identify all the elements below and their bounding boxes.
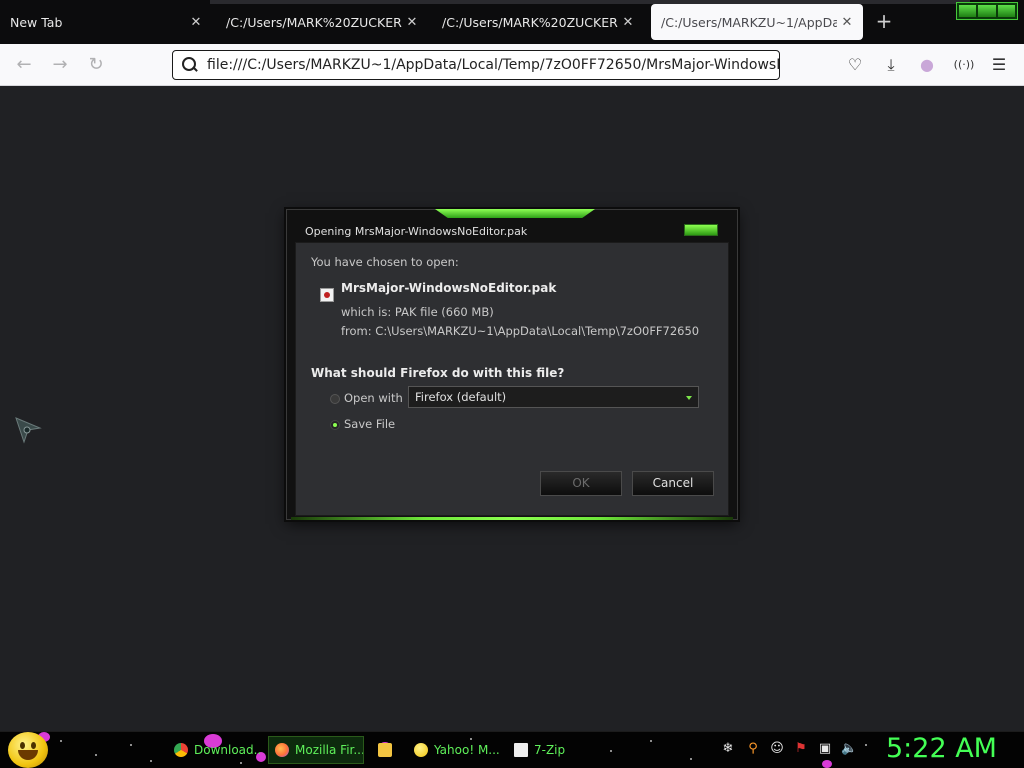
firefox-icon — [275, 743, 289, 757]
taskbar-item-yahoo[interactable]: Yahoo! M... — [408, 736, 500, 764]
open-with-select[interactable]: Firefox (default) — [408, 386, 699, 408]
open-with-label[interactable]: Open with — [344, 391, 403, 405]
pocket-icon[interactable]: ♡ — [842, 52, 868, 78]
url-bar[interactable]: file:///C:/Users/MARKZU~1/AppData/Local/… — [172, 50, 780, 80]
search-icon — [173, 51, 203, 79]
file-type: which is: PAK file (660 MB) — [341, 305, 494, 319]
dialog-panel: You have chosen to open: MrsMajor-Window… — [295, 242, 729, 516]
new-tab-button[interactable]: + — [872, 10, 896, 34]
ok-button[interactable]: OK — [540, 471, 622, 496]
volume-icon[interactable]: 🔈 — [841, 741, 857, 757]
navigation-bar: ← → ↻ file:///C:/Users/MARKZU~1/AppData/… — [0, 44, 1024, 86]
cursor-icon — [15, 417, 42, 444]
file-icon — [320, 288, 334, 302]
taskbar-item-label: Download... — [194, 743, 262, 757]
url-text[interactable]: file:///C:/Users/MARKZU~1/AppData/Local/… — [203, 57, 779, 73]
folder-icon — [378, 743, 392, 757]
tab-file-1[interactable]: /C:/Users/MARK%20ZUCKERBERG ✕ — [216, 4, 428, 40]
dialog-titlebar[interactable]: Opening MrsMajor-WindowsNoEditor.pak — [287, 210, 737, 242]
tab-active[interactable]: /C:/Users/MARKZU~1/AppData/L ✕ — [651, 4, 863, 40]
taskbar-item-label: Yahoo! M... — [434, 743, 500, 757]
save-file-label[interactable]: Save File — [344, 417, 395, 431]
file-name: MrsMajor-WindowsNoEditor.pak — [341, 281, 557, 295]
snowflake-icon[interactable]: ❄ — [720, 741, 736, 757]
reload-icon[interactable]: ↻ — [83, 52, 109, 78]
tab-title: /C:/Users/MARKZU~1/AppData/L — [661, 14, 837, 30]
close-icon[interactable]: ✕ — [402, 15, 422, 30]
tab-file-2[interactable]: /C:/Users/MARK%20ZUCKERBERG ✕ — [432, 4, 644, 40]
window-controls[interactable] — [956, 2, 1018, 20]
cancel-button[interactable]: Cancel — [632, 471, 714, 496]
taskbar-item-label: Mozilla Fir... — [295, 743, 364, 757]
flag-icon[interactable]: ⚑ — [793, 741, 809, 757]
tab-title: New Tab — [10, 14, 63, 30]
start-button[interactable] — [8, 732, 48, 768]
taskbar-item-label: 7-Zip — [534, 743, 566, 757]
downloads-icon[interactable]: ⤓ — [878, 52, 904, 78]
taskbar-item-firefox[interactable]: Mozilla Fir... — [268, 736, 364, 764]
dialog-bottom-glow — [291, 517, 733, 520]
dialog-title: Opening MrsMajor-WindowsNoEditor.pak — [305, 225, 528, 238]
file-source: from: C:\Users\MARKZU~1\AppData\Local\Te… — [341, 324, 700, 338]
account-icon[interactable]: ● — [914, 52, 940, 78]
action-question: What should Firefox do with this file? — [311, 366, 565, 380]
back-icon[interactable]: ← — [11, 52, 37, 78]
network-icon[interactable]: ▣ — [817, 741, 833, 757]
tab-title: /C:/Users/MARK%20ZUCKERBERG — [442, 14, 618, 30]
open-with-radio[interactable] — [330, 394, 340, 404]
clock[interactable]: 5:22 AM — [886, 733, 997, 764]
close-icon[interactable]: ✕ — [186, 15, 206, 30]
tab-new-tab[interactable]: New Tab ✕ — [0, 4, 212, 40]
chrome-icon — [174, 743, 188, 757]
smiley-icon[interactable]: ☺ — [769, 741, 785, 757]
close-icon[interactable]: ✕ — [618, 15, 638, 30]
chosen-label: You have chosen to open: — [311, 255, 459, 269]
open-with-value: Firefox (default) — [415, 390, 507, 404]
save-file-radio[interactable] — [330, 420, 340, 430]
screen: New Tab ✕ /C:/Users/MARK%20ZUCKERBERG ✕ … — [0, 0, 1024, 768]
taskbar-item-7zip[interactable]: 7-Zip — [508, 736, 600, 764]
chevron-down-icon — [686, 396, 692, 400]
extensions-icon[interactable]: ((·)) — [948, 52, 980, 78]
tab-strip: New Tab ✕ /C:/Users/MARK%20ZUCKERBERG ✕ … — [0, 0, 1024, 44]
taskbar: Download... Mozilla Fir... Yahoo! M... 7… — [0, 731, 1024, 768]
close-icon[interactable]: ✕ — [837, 15, 857, 30]
search-icon[interactable]: ⚲ — [745, 741, 761, 757]
7zip-icon — [514, 743, 528, 757]
taskbar-item-downloads[interactable]: Download... — [168, 736, 262, 764]
menu-icon[interactable]: ☰ — [986, 52, 1012, 78]
smiley-icon — [414, 743, 428, 757]
forward-icon[interactable]: → — [47, 52, 73, 78]
taskbar-item-folder[interactable] — [372, 736, 402, 764]
download-dialog: Opening MrsMajor-WindowsNoEditor.pak You… — [286, 209, 738, 520]
close-button[interactable] — [684, 224, 718, 236]
tab-title: /C:/Users/MARK%20ZUCKERBERG — [226, 14, 402, 30]
